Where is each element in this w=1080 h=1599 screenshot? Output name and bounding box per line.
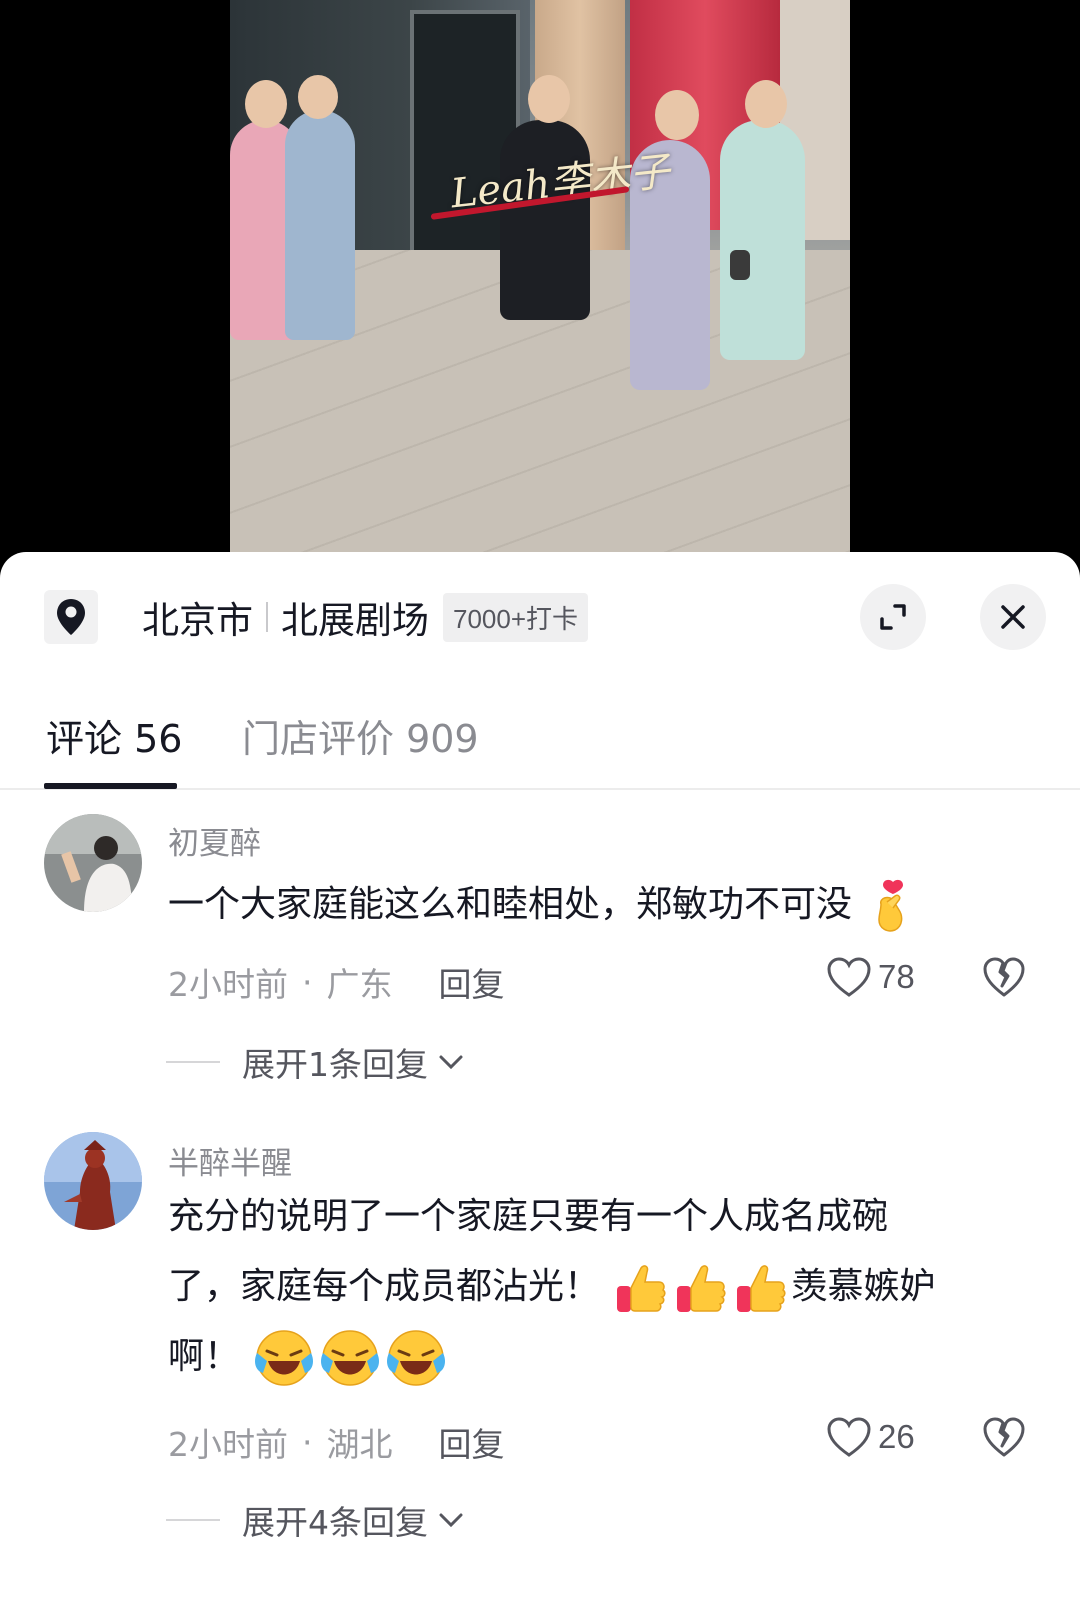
video-player[interactable]: Leah李木子 [0, 0, 1080, 560]
comment-text-body: 一个大家庭能这么和睦相处，郑敏功不可没 [168, 884, 853, 925]
divider-line [166, 1519, 220, 1521]
avatar[interactable] [44, 814, 142, 912]
reply-button[interactable]: 回复 [439, 958, 505, 1006]
comment-username[interactable]: 初夏醉 [168, 818, 261, 863]
comment-region: 湖北 [326, 1425, 393, 1464]
like-count: 26 [878, 1418, 915, 1455]
like-button[interactable]: 78 [826, 956, 915, 998]
comment-time: 2小时前 [168, 965, 288, 1004]
comment-meta: 2小时前 · 广东 回复 [168, 958, 505, 1006]
divider-line [166, 1061, 220, 1063]
comment-text: 充分的说明了一个家庭只要有一个人成名成碗 了，家庭每个成员都沾光！ 羡慕嫉妒 啊… [168, 1182, 1048, 1392]
meta-separator: · [302, 962, 313, 1002]
finger-heart-emoji-icon [878, 879, 904, 932]
laughing-crying-emoji-icon [321, 1330, 380, 1386]
broken-heart-icon [983, 1417, 1025, 1457]
comment-text-line: 啊！ [168, 1322, 1048, 1392]
comment-text-segment: 羡慕嫉妒 [791, 1266, 936, 1307]
location-title[interactable]: 北京市 北展剧场 7000+打卡 [142, 592, 589, 642]
location-venue: 北展剧场 [281, 599, 429, 642]
expand-replies-label: 展开1条回复 [242, 1045, 428, 1084]
comment-text-line: 充分的说明了一个家庭只要有一个人成名成碗 [168, 1196, 889, 1237]
avatar[interactable] [44, 1132, 142, 1230]
location-pin-icon [44, 590, 98, 644]
chevron-down-icon [439, 1513, 463, 1528]
thumbs-up-emoji-icon [617, 1265, 667, 1312]
expand-replies-button[interactable]: 展开1条回复 [166, 1038, 466, 1086]
close-icon [1001, 605, 1025, 629]
close-button[interactable] [980, 584, 1046, 650]
expand-replies-label: 展开4条回复 [242, 1503, 428, 1542]
comment-meta: 2小时前 · 湖北 回复 [168, 1418, 505, 1466]
comment-sheet: 北京市 北展剧场 7000+打卡 评论 56 门店评价 909 初夏醉 一个大家… [0, 552, 1080, 1599]
broken-heart-icon [983, 957, 1025, 997]
tab-store-reviews[interactable]: 门店评价 909 [242, 708, 479, 763]
location-city: 北京市 [142, 599, 253, 642]
thumbs-up-emoji-icon [677, 1265, 727, 1312]
comment-time: 2小时前 [168, 1425, 288, 1464]
comment-text: 一个大家庭能这么和睦相处，郑敏功不可没 [168, 870, 1048, 940]
location-bar[interactable]: 北京市 北展剧场 7000+打卡 [0, 552, 1080, 680]
dislike-button[interactable] [982, 1416, 1026, 1462]
heart-outline-icon [827, 957, 871, 997]
reply-button[interactable]: 回复 [439, 1418, 505, 1466]
dislike-button[interactable] [982, 956, 1026, 1002]
heart-outline-icon [827, 1417, 871, 1457]
expand-replies-button[interactable]: 展开4条回复 [166, 1496, 466, 1544]
thumbs-up-emoji-icon [737, 1265, 787, 1312]
location-divider [266, 602, 268, 632]
comment-text-line: 了，家庭每个成员都沾光！ 羡慕嫉妒 [168, 1252, 1048, 1322]
comment-region: 广东 [326, 965, 393, 1004]
active-tab-indicator [44, 783, 177, 789]
comment-text-segment: 啊！ [168, 1336, 241, 1377]
meta-separator: · [302, 1422, 313, 1462]
video-frame: Leah李木子 [230, 0, 850, 560]
laughing-crying-emoji-icon [255, 1330, 314, 1386]
expand-icon [880, 604, 906, 630]
comment-tabs: 评论 56 门店评价 909 [0, 680, 1080, 790]
like-count: 78 [878, 958, 915, 995]
laughing-crying-emoji-icon [387, 1330, 446, 1386]
like-button[interactable]: 26 [826, 1416, 915, 1458]
tab-comments[interactable]: 评论 56 [46, 708, 182, 763]
checkin-badge: 7000+打卡 [443, 592, 589, 642]
comment-text-segment: 了，家庭每个成员都沾光！ [168, 1266, 601, 1307]
comment-username[interactable]: 半醉半醒 [168, 1138, 292, 1183]
expand-button[interactable] [860, 584, 926, 650]
chevron-down-icon [439, 1055, 463, 1070]
